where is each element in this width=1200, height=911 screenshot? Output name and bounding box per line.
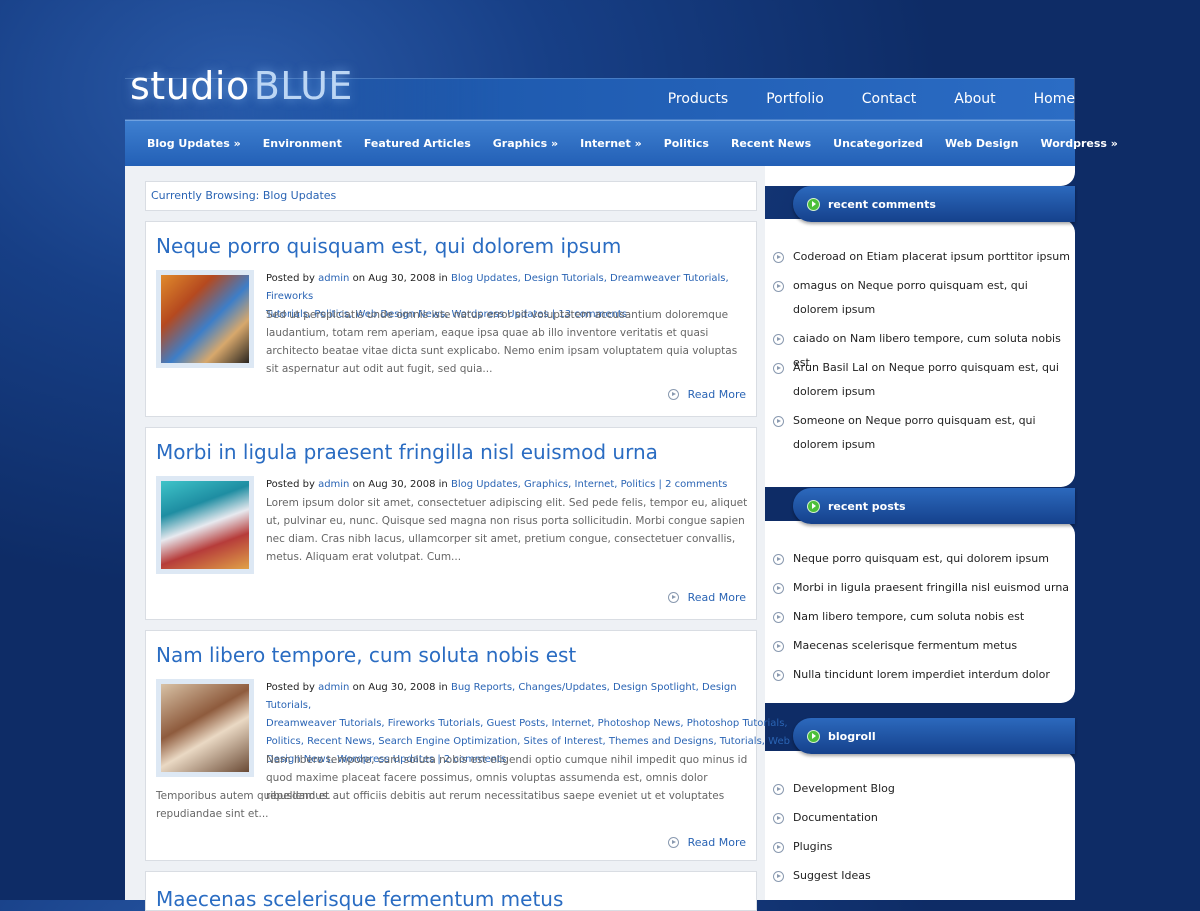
read-more-link[interactable]: Read More [667,388,746,401]
logo-part-studio: studio [130,64,250,108]
arrow-circle-icon [773,281,784,292]
author-link[interactable]: admin [318,479,349,490]
post-card: Morbi in ligula praesent fringilla nisl … [145,427,757,620]
blogroll-item[interactable]: Plugins [773,835,1073,859]
arrow-circle-icon [667,389,679,400]
blogroll-item[interactable]: Documentation [773,806,1073,830]
recent-post-item[interactable]: Maecenas scelerisque fermentum metus [773,634,1073,658]
post-title[interactable]: Neque porro quisquam est, qui dolorem ip… [156,234,621,258]
nav-portfolio[interactable]: Portfolio [766,91,824,107]
comment-item[interactable]: omagus on Neque porro quisquam est, qui … [773,274,1073,322]
read-more-link[interactable]: Read More [667,836,746,849]
arrow-circle-icon [773,641,784,652]
recent-posts-heading: recent posts [793,488,1075,524]
cat-internet[interactable]: Internet » [580,137,642,150]
read-more-link[interactable]: Read More [667,591,746,604]
post-card: Maecenas scelerisque fermentum metus [145,871,757,911]
nav-products[interactable]: Products [668,91,728,107]
cat-graphics[interactable]: Graphics » [493,137,558,150]
cat-recent-news[interactable]: Recent News [731,137,811,150]
blogroll-item[interactable]: Development Blog [773,777,1073,801]
post-excerpt: Lorem ipsum dolor sit amet, consectetuer… [266,497,748,563]
blogroll-heading: blogroll [793,718,1075,754]
arrow-circle-icon [667,592,679,603]
post-title[interactable]: Morbi in ligula praesent fringilla nisl … [156,440,658,464]
post-card: Neque porro quisquam est, qui dolorem ip… [145,221,757,417]
arrow-bullet-icon [807,197,820,211]
arrow-circle-icon [773,416,784,427]
post-excerpt-cont: Temporibus autem quibusdam et aut offici… [156,790,725,820]
author-link[interactable]: admin [318,273,349,284]
nav-contact[interactable]: Contact [862,91,916,107]
arrow-circle-icon [773,583,784,594]
author-link[interactable]: admin [318,682,349,693]
arrow-circle-icon [773,842,784,853]
arrow-circle-icon [773,871,784,882]
post-excerpt: Sed ut perspiciatis unde omnis iste natu… [266,309,738,375]
post-categories-cont[interactable]: Dreamweaver Tutorials, Fireworks Tutoria… [266,718,788,729]
arrow-circle-icon [773,612,784,623]
arrow-bullet-icon [807,499,820,513]
recent-post-item[interactable]: Nam libero tempore, cum soluta nobis est [773,605,1073,629]
sidebar: recent comments Coderoad on Etiam placer… [765,166,1075,900]
post-categories[interactable]: Blog Updates, Graphics, Internet, Politi… [451,479,727,490]
cat-uncategorized[interactable]: Uncategorized [833,137,923,150]
recent-post-item[interactable]: Nulla tincidunt lorem imperdiet interdum… [773,663,1073,687]
nav-home[interactable]: Home [1034,91,1075,107]
arrow-circle-icon [773,334,784,345]
sidebar-top-cap [765,166,1075,186]
blogroll-item[interactable]: Suggest Ideas [773,864,1073,888]
arrow-bullet-icon [807,729,820,743]
cat-politics[interactable]: Politics [664,137,709,150]
comment-item[interactable]: Coderoad on Etiam placerat ipsum porttit… [773,245,1073,269]
cat-featured-articles[interactable]: Featured Articles [364,137,471,150]
site-logo[interactable]: studio BLUE [130,64,353,108]
arrow-circle-icon [773,813,784,824]
nav-about[interactable]: About [954,91,995,107]
post-title[interactable]: Nam libero tempore, cum soluta nobis est [156,643,576,667]
logo-part-blue: BLUE [253,64,353,108]
breadcrumb: Currently Browsing: Blog Updates [145,181,757,211]
post-thumbnail[interactable] [156,679,254,777]
post-title[interactable]: Maecenas scelerisque fermentum metus [156,887,563,910]
cat-environment[interactable]: Environment [263,137,342,150]
arrow-circle-icon [773,784,784,795]
arrow-circle-icon [773,363,784,374]
post-card: Nam libero tempore, cum soluta nobis est… [145,630,790,861]
post-meta: Posted by admin on Aug 30, 2008 in Blog … [266,479,728,490]
content-area: Currently Browsing: Blog Updates Neque p… [125,166,790,911]
recent-post-item[interactable]: Morbi in ligula praesent fringilla nisl … [773,576,1073,600]
arrow-circle-icon [773,670,784,681]
category-nav: Blog Updates » Environment Featured Arti… [125,120,1118,166]
arrow-circle-icon [773,252,784,263]
arrow-circle-icon [773,554,784,565]
post-thumbnail[interactable] [156,270,254,368]
comment-item[interactable]: Arun Basil Lal on Neque porro quisquam e… [773,356,1073,404]
cat-wordpress[interactable]: Wordpress » [1041,137,1118,150]
cat-blog-updates[interactable]: Blog Updates » [147,137,241,150]
post-categories-cont[interactable]: Politics, Recent News, Search Engine Opt… [266,736,790,747]
arrow-circle-icon [667,837,679,848]
comment-item[interactable]: Someone on Neque porro quisquam est, qui… [773,409,1073,457]
recent-comments-heading: recent comments [793,186,1075,222]
top-nav: Products Portfolio Contact About Home [630,78,1075,120]
cat-web-design[interactable]: Web Design [945,137,1019,150]
recent-post-item[interactable]: Neque porro quisquam est, qui dolorem ip… [773,547,1073,571]
post-thumbnail[interactable] [156,476,254,574]
